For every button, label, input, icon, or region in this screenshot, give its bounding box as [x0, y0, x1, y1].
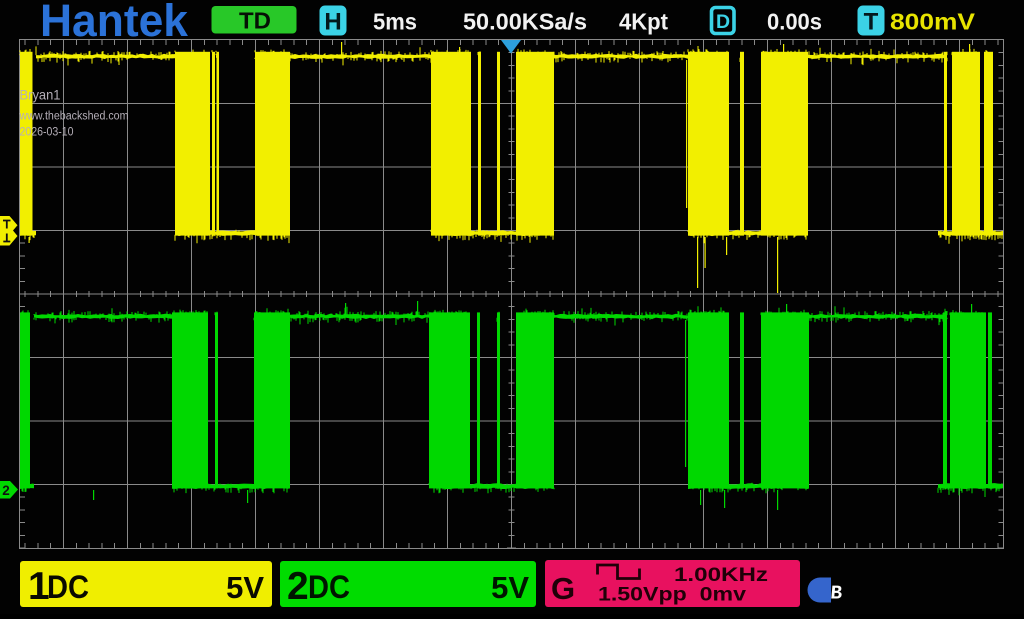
- svg-text:H: H: [324, 9, 341, 36]
- svg-text:800mV: 800mV: [890, 9, 976, 35]
- svg-text:1.50Vpp 0mv: 1.50Vpp 0mv: [598, 585, 747, 606]
- svg-text:5ms: 5ms: [373, 9, 417, 35]
- svg-text:0.00s: 0.00s: [767, 9, 822, 35]
- svg-text:5V: 5V: [491, 570, 529, 605]
- svg-text:2026-03-10: 2026-03-10: [20, 127, 74, 139]
- svg-text:Hantek: Hantek: [40, 0, 189, 46]
- svg-text:G: G: [551, 571, 575, 606]
- svg-text:Bryan1: Bryan1: [20, 87, 61, 103]
- svg-text:DC: DC: [308, 569, 350, 605]
- svg-text:TD: TD: [239, 8, 271, 34]
- svg-text:2: 2: [287, 565, 309, 608]
- svg-text:B: B: [829, 583, 843, 605]
- svg-text:DC: DC: [47, 569, 89, 605]
- svg-text:5V: 5V: [226, 570, 264, 605]
- svg-text:50.00KSa/s: 50.00KSa/s: [463, 9, 587, 35]
- svg-text:2: 2: [2, 483, 10, 498]
- svg-text:D: D: [716, 11, 730, 33]
- svg-text:www.thebackshed.com: www.thebackshed.com: [19, 111, 129, 123]
- svg-text:1.00KHz: 1.00KHz: [674, 565, 768, 586]
- svg-text:4Kpt: 4Kpt: [619, 9, 668, 35]
- svg-text:T: T: [864, 9, 879, 36]
